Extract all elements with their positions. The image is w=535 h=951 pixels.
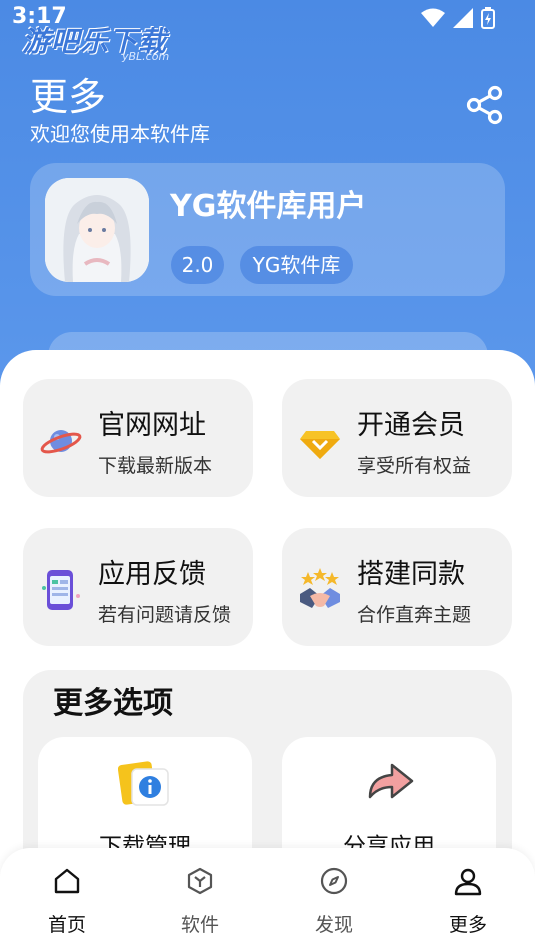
tile-subtitle: 享受所有权益: [357, 455, 472, 477]
tile-build-same[interactable]: 搭建同款 合作直奔主题: [282, 528, 512, 646]
tile-title: 搭建同款: [357, 559, 465, 590]
nav-software[interactable]: 软件: [155, 866, 245, 936]
version-badge: 2.0: [171, 246, 224, 284]
nav-discover[interactable]: 发现: [289, 866, 379, 936]
profile-username: YG软件库用户: [170, 189, 367, 224]
phone-feedback-icon: [42, 570, 80, 610]
tile-subtitle: 若有问题请反馈: [98, 604, 232, 626]
battery-icon: [481, 7, 495, 29]
avatar: [45, 178, 149, 282]
nav-label: 发现: [314, 914, 353, 936]
nav-label: 更多: [448, 914, 487, 936]
compass-icon: [320, 867, 348, 895]
status-icons: [421, 7, 495, 29]
tile-subtitle: 合作直奔主题: [357, 604, 472, 626]
nav-label: 首页: [47, 914, 86, 936]
bottom-nav: 首页 软件 发现 更多: [0, 848, 535, 951]
page-title: 更多: [30, 75, 107, 119]
more-options-title: 更多选项: [53, 686, 173, 721]
nav-home[interactable]: 首页: [22, 866, 112, 936]
handshake-icon: [300, 568, 340, 608]
profile-card[interactable]: YG软件库用户 2.0 YG软件库: [30, 163, 505, 296]
nav-label: 软件: [180, 914, 219, 936]
watermark-sub: yBL.com: [122, 50, 170, 63]
library-badge: YG软件库: [240, 246, 353, 284]
tile-website[interactable]: 官网网址 下载最新版本: [23, 379, 253, 497]
tile-title: 开通会员: [357, 410, 465, 441]
tile-feedback[interactable]: 应用反馈 若有问题请反馈: [23, 528, 253, 646]
tile-membership[interactable]: 开通会员 享受所有权益: [282, 379, 512, 497]
tile-title: 应用反馈: [98, 559, 206, 590]
status-bar: 3:17 游吧乐下载 yBL.com: [0, 0, 535, 63]
share-arrow-icon: [368, 763, 414, 799]
share-icon[interactable]: [464, 84, 506, 126]
wifi-icon: [421, 8, 445, 27]
cube-icon: [187, 867, 213, 895]
tile-title: 官网网址: [98, 410, 206, 441]
page-subtitle: 欢迎您使用本软件库: [30, 122, 210, 146]
planet-icon: [40, 430, 82, 454]
home-icon: [54, 868, 80, 894]
avatar-illustration: [45, 178, 149, 282]
diamond-icon: [300, 431, 340, 459]
tile-subtitle: 下载最新版本: [98, 455, 213, 477]
signal-icon: [453, 8, 473, 28]
nav-more[interactable]: 更多: [423, 866, 513, 936]
user-icon: [454, 868, 482, 896]
info-folder-icon: [118, 761, 169, 806]
